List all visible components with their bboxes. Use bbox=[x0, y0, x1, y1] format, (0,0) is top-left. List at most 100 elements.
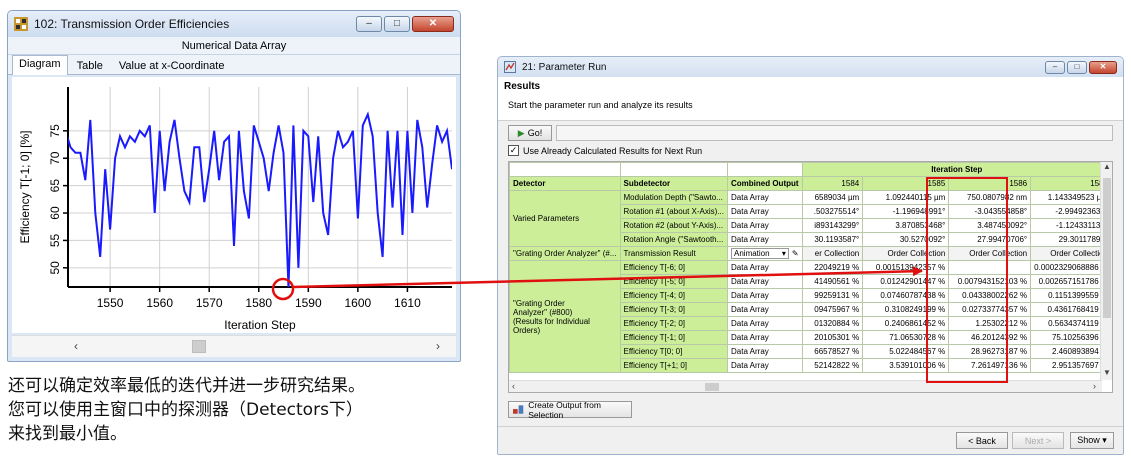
table-row[interactable]: "Grating Order Analyzer" (#... Transmissi… bbox=[509, 246, 1112, 261]
minimize-button[interactable]: – bbox=[1045, 60, 1065, 74]
table-row[interactable]: "Grating Order Analyzer" (#800) (Results f… bbox=[509, 260, 1112, 373]
subdetector-cell[interactable]: Efficiency T[+1; 0] bbox=[619, 358, 728, 373]
subdetector-cell[interactable]: Transmission Result bbox=[619, 246, 728, 261]
combined-output-cell[interactable]: Data Array bbox=[727, 288, 803, 303]
grid-scroll-right[interactable]: › bbox=[1093, 381, 1096, 391]
subdetector-cell[interactable]: Efficiency T[-4; 0] bbox=[619, 288, 728, 303]
value-cell-1585[interactable]: 0.2406861452 % bbox=[862, 316, 950, 331]
close-button[interactable]: ✕ bbox=[412, 16, 454, 32]
grid-horizontal-scrollbar[interactable]: ‹ › bbox=[509, 380, 1102, 392]
value-cell-1585[interactable]: Order Collection bbox=[862, 246, 950, 261]
value-cell-1584[interactable]: 30.1193587° bbox=[801, 232, 864, 247]
vertical-scroll-thumb[interactable] bbox=[1103, 178, 1111, 318]
vertical-scrollbar[interactable]: ▲ ▼ bbox=[1100, 162, 1112, 380]
step-header-1586[interactable]: 1586 bbox=[948, 176, 1032, 191]
back-button[interactable]: < Back bbox=[956, 432, 1008, 449]
subdetector-cell[interactable]: Efficiency T[-3; 0] bbox=[619, 302, 728, 317]
next-button[interactable]: Next > bbox=[1012, 432, 1064, 449]
subdetector-cell[interactable]: Efficiency T[0; 0] bbox=[619, 344, 728, 359]
combined-output-cell[interactable]: Data Array bbox=[727, 274, 803, 289]
scroll-up-arrow[interactable]: ▲ bbox=[1103, 162, 1111, 171]
combined-output-cell[interactable]: Animation ▾ ✎ bbox=[727, 246, 803, 261]
value-cell-1586[interactable]: 3.487450092° bbox=[948, 218, 1032, 233]
value-cell-1584[interactable]: 52142822 % bbox=[801, 358, 864, 373]
step-header-1585[interactable]: 1585 bbox=[862, 176, 950, 191]
efficiency-window-titlebar[interactable]: 102: Transmission Order Efficiencies – □… bbox=[8, 11, 460, 37]
value-cell-1585[interactable]: 71.06530728 % bbox=[862, 330, 950, 345]
value-cell-1585[interactable]: 1.092440115 µm bbox=[862, 190, 950, 205]
combined-output-cell[interactable]: Data Array bbox=[727, 204, 803, 219]
edit-icon[interactable]: ✎ bbox=[792, 249, 799, 258]
value-cell-1584[interactable]: 99259131 % bbox=[801, 288, 864, 303]
subdetector-cell[interactable]: Rotation Angle ("Sawtooth... bbox=[619, 232, 728, 247]
value-cell-1585[interactable]: 0.3108249199 % bbox=[862, 302, 950, 317]
value-cell-1586[interactable]: 28.96273187 % bbox=[948, 344, 1032, 359]
grid-scroll-thumb[interactable] bbox=[705, 383, 719, 391]
value-cell-1586[interactable]: 0.04338002262 % bbox=[948, 288, 1032, 303]
go-button[interactable]: ▶ Go! bbox=[508, 125, 552, 141]
horizontal-scrollbar[interactable]: ‹ › bbox=[12, 335, 456, 357]
value-cell-1586[interactable]: 27.99470706° bbox=[948, 232, 1032, 247]
value-cell-1584[interactable]: i893143299° bbox=[801, 218, 864, 233]
value-cell-1585[interactable]: 3.539101006 % bbox=[862, 358, 950, 373]
subdetector-cell[interactable]: Rotation #2 (about Y-Axis)... bbox=[619, 218, 728, 233]
value-cell-1584[interactable]: 01320884 % bbox=[801, 316, 864, 331]
scroll-left-arrow[interactable]: ‹ bbox=[74, 339, 78, 353]
combined-output-cell[interactable]: Data Array bbox=[727, 344, 803, 359]
combined-output-cell[interactable]: Data Array bbox=[727, 330, 803, 345]
value-cell-1585[interactable]: 30.5270092° bbox=[862, 232, 950, 247]
value-cell-1585[interactable]: 0.07460787438 % bbox=[862, 288, 950, 303]
value-cell-1585[interactable]: 3.870853468° bbox=[862, 218, 950, 233]
value-cell-1585[interactable]: -1.196948991° bbox=[862, 204, 950, 219]
value-cell-1584[interactable]: 41490561 % bbox=[801, 274, 864, 289]
value-cell-1584[interactable]: 09475967 % bbox=[801, 302, 864, 317]
show-button[interactable]: Show ▾ bbox=[1070, 432, 1114, 449]
value-cell-1584[interactable]: 22049219 % bbox=[801, 260, 864, 275]
value-cell-1584[interactable]: 6589034 µm bbox=[801, 190, 864, 205]
combined-output-cell[interactable]: Data Array bbox=[727, 190, 803, 205]
subdetector-cell[interactable]: Efficiency T[-1; 0] bbox=[619, 330, 728, 345]
scroll-right-arrow[interactable]: › bbox=[436, 339, 440, 353]
value-cell-1586[interactable]: Order Collection bbox=[948, 246, 1032, 261]
scroll-down-arrow[interactable]: ▼ bbox=[1103, 368, 1111, 377]
combined-output-cell[interactable]: Data Array bbox=[727, 316, 803, 331]
maximize-button[interactable]: □ bbox=[1067, 60, 1087, 74]
combined-output-cell[interactable]: Data Array bbox=[727, 302, 803, 317]
subdetector-cell[interactable]: Efficiency T[-6; 0] bbox=[619, 260, 728, 275]
subdetector-cell[interactable]: Modulation Depth ("Sawto... bbox=[619, 190, 728, 205]
subdetector-cell[interactable]: Efficiency T[-5; 0] bbox=[619, 274, 728, 289]
tab-value-at-x[interactable]: Value at x-Coordinate bbox=[112, 57, 232, 74]
value-cell-1586[interactable]: 0.02733774357 % bbox=[948, 302, 1032, 317]
scroll-thumb[interactable] bbox=[192, 340, 206, 353]
value-cell-1586[interactable]: 750.0807982 nm bbox=[948, 190, 1032, 205]
value-cell-1586[interactable]: 7.261497136 % bbox=[948, 358, 1032, 373]
combined-output-cell[interactable]: Data Array bbox=[727, 232, 803, 247]
subdetector-cell[interactable]: Efficiency T[-2; 0] bbox=[619, 316, 728, 331]
subdetector-cell[interactable]: Rotation #1 (about X-Axis)... bbox=[619, 204, 728, 219]
maximize-button[interactable]: □ bbox=[384, 16, 410, 32]
combined-output-cell[interactable]: Data Array bbox=[727, 260, 803, 275]
combined-output-select[interactable]: Animation ▾ bbox=[731, 248, 789, 259]
close-button[interactable]: ✕ bbox=[1089, 60, 1117, 74]
value-cell-1584[interactable]: .503275514° bbox=[801, 204, 864, 219]
parameter-run-titlebar[interactable]: 21: Parameter Run – □ ✕ bbox=[498, 57, 1123, 77]
reuse-results-checkbox[interactable]: ✓ bbox=[508, 145, 519, 156]
value-cell-1586[interactable]: 0.007943152103 % bbox=[948, 274, 1032, 289]
efficiency-chart[interactable]: 1550 1560 1570 1580 1590 1600 1610 50 55 60 65 70 75… bbox=[12, 77, 456, 333]
tab-diagram[interactable]: Diagram bbox=[12, 55, 68, 75]
table-row[interactable]: Varied Parameters Modulation Depth ("Sawt… bbox=[509, 190, 1112, 247]
create-output-button[interactable]: Create Output from Selection bbox=[508, 400, 632, 420]
diagram-area[interactable]: 1550 1560 1570 1580 1590 1600 1610 50 55 60 65 70 75… bbox=[12, 77, 456, 333]
combined-output-cell[interactable]: Data Array bbox=[727, 358, 803, 373]
value-cell-1585[interactable]: 5.022484567 % bbox=[862, 344, 950, 359]
grid-scroll-left[interactable]: ‹ bbox=[512, 381, 515, 391]
results-grid[interactable]: Iteration Step Detector Subdetector Comb… bbox=[508, 161, 1113, 393]
tab-table[interactable]: Table bbox=[70, 57, 110, 74]
value-cell-1586[interactable] bbox=[948, 260, 1032, 275]
value-cell-1584[interactable]: 20105301 % bbox=[801, 330, 864, 345]
value-cell-1584[interactable]: er Collection bbox=[801, 246, 864, 261]
value-cell-1585[interactable]: 0.01242901447 % bbox=[862, 274, 950, 289]
combined-output-cell[interactable]: Data Array bbox=[727, 218, 803, 233]
value-cell-1586[interactable]: -3.043554858° bbox=[948, 204, 1032, 219]
reuse-results-row[interactable]: ✓ Use Already Calculated Results for Nex… bbox=[508, 145, 702, 156]
